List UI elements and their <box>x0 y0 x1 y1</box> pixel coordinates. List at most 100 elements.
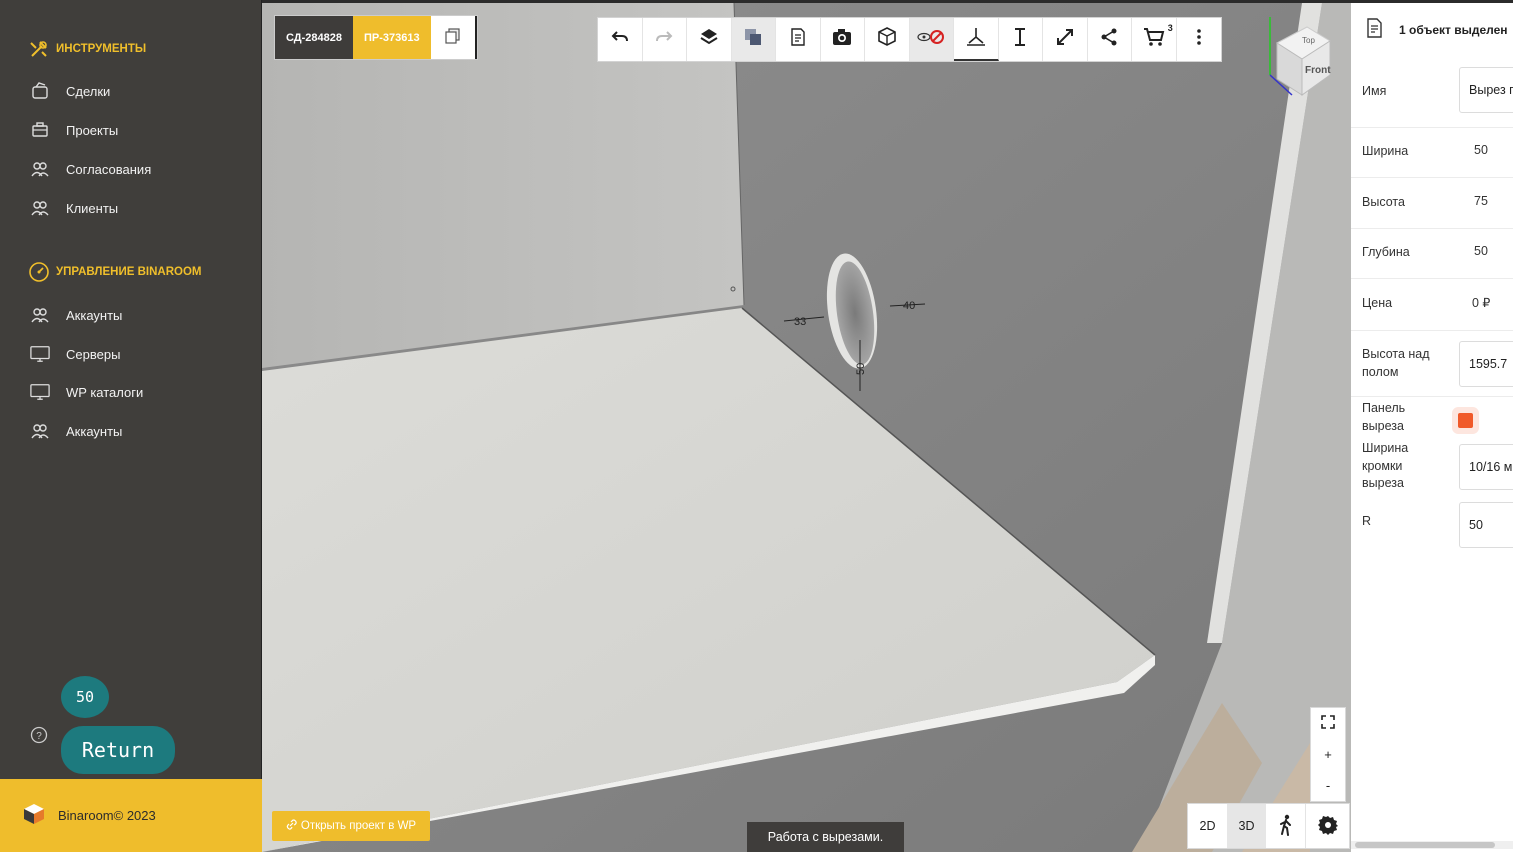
sidebar-item-approvals[interactable]: Согласования <box>30 158 151 180</box>
count-badge: 50 <box>61 676 109 718</box>
field-height: Высота 75 <box>1351 178 1513 229</box>
field-name: Имя Вырез п <box>1351 63 1513 128</box>
return-button[interactable]: Return <box>61 726 175 774</box>
sidebar-item-accounts-2[interactable]: Аккаунты <box>30 420 122 442</box>
undo-button[interactable] <box>598 18 643 61</box>
share-button[interactable] <box>1088 18 1132 61</box>
dim-label-bottom: 50 <box>855 363 867 375</box>
share-icon <box>1099 27 1119 52</box>
main-toolbar: 3 <box>597 17 1222 62</box>
sidebar-item-accounts[interactable]: Аккаунты <box>30 304 122 326</box>
deal-tag[interactable]: СД-284828 <box>275 16 354 59</box>
visibility-toggle-button[interactable] <box>909 18 954 61</box>
zoom-in-button[interactable]: + <box>1311 739 1345 770</box>
clients-icon <box>30 198 50 218</box>
cart-icon: 3 <box>1143 23 1173 52</box>
copy-icon <box>445 28 461 47</box>
open-wp-button[interactable]: Открыть проект в WP <box>272 811 430 841</box>
box-add-icon <box>876 26 898 53</box>
screenshot-button[interactable] <box>821 18 865 61</box>
settings-button[interactable] <box>1305 804 1349 848</box>
add-object-button[interactable] <box>865 18 910 61</box>
radius-input[interactable]: 50 <box>1459 502 1513 548</box>
sidebar-item-label: Сделки <box>66 83 111 99</box>
section-tools-label: ИНСТРУМЕНТЫ <box>56 43 147 55</box>
section-tools: ИНСТРУМЕНТЫ <box>28 38 146 60</box>
field-label: R <box>1362 514 1372 528</box>
sidebar-item-label: Проекты <box>66 122 119 138</box>
panel-header: 1 объект выделен <box>1365 17 1508 42</box>
sidebar-item-deals[interactable]: Сделки <box>30 80 110 102</box>
project-tag[interactable]: ПР-373613 <box>353 16 431 59</box>
height-value[interactable]: 75 <box>1474 194 1488 208</box>
sidebar: ИНСТРУМЕНТЫ Сделки Проекты Согласования … <box>0 0 262 852</box>
layers-button[interactable] <box>687 18 732 61</box>
help-icon[interactable]: ? <box>30 726 48 744</box>
diagonal-measure-button[interactable] <box>1043 18 1088 61</box>
sidebar-item-servers[interactable]: Серверы <box>30 343 120 365</box>
dimension-button[interactable] <box>954 18 999 61</box>
field-floor-height: Высота над полом 1595.7 <box>1351 331 1513 397</box>
dimension-icon <box>965 25 987 52</box>
redo-icon <box>654 27 674 52</box>
sidebar-item-label: Аккаунты <box>66 423 123 439</box>
more-menu-button[interactable] <box>1177 18 1222 61</box>
approvals-icon <box>30 159 50 179</box>
cube-front-label: Front <box>1305 65 1331 76</box>
fullscreen-button[interactable] <box>1311 708 1345 739</box>
sidebar-item-wp-catalog[interactable]: WP каталоги <box>30 381 143 403</box>
view-mode-controls: 2D 3D <box>1187 803 1350 849</box>
width-value[interactable]: 50 <box>1474 143 1488 157</box>
zoom-out-button[interactable]: - <box>1311 770 1345 801</box>
cart-count: 3 <box>1167 23 1173 33</box>
view-2d-button[interactable]: 2D <box>1188 804 1227 848</box>
cut-panel-checkbox[interactable] <box>1458 413 1473 428</box>
binaroom-logo-icon <box>22 802 46 829</box>
dashboard-icon <box>28 261 50 283</box>
project-tags: СД-284828 ПР-373613 <box>274 15 478 60</box>
diagonal-ruler-icon <box>1054 26 1076 53</box>
3d-viewport[interactable]: 33 40 50 Top Front СД-284828 ПР-373613 3… <box>262 3 1351 852</box>
material-button[interactable] <box>731 18 776 61</box>
section-manage: УПРАВЛЕНИЕ BINAROOM <box>28 261 201 283</box>
depth-value[interactable]: 50 <box>1474 244 1488 258</box>
gear-icon <box>1317 815 1338 838</box>
field-depth: Глубина 50 <box>1351 229 1513 279</box>
sidebar-item-projects[interactable]: Проекты <box>30 119 118 141</box>
document-edit-icon <box>1365 17 1385 42</box>
panel-scrollbar[interactable] <box>1351 841 1513 849</box>
name-input[interactable]: Вырез п <box>1459 67 1513 113</box>
sidebar-item-clients[interactable]: Клиенты <box>30 197 118 219</box>
field-label: Глубина <box>1362 245 1410 259</box>
fullscreen-icon <box>1320 714 1336 733</box>
edge-width-input[interactable]: 10/16 м <box>1459 444 1513 490</box>
field-label: Ширина <box>1362 144 1409 158</box>
link-icon <box>286 819 297 833</box>
walk-mode-button[interactable] <box>1266 804 1305 848</box>
dim-label-left: 33 <box>794 316 806 328</box>
view-3d-button[interactable]: 3D <box>1227 804 1266 848</box>
redo-button[interactable] <box>643 18 687 61</box>
walking-person-icon <box>1279 814 1293 839</box>
camera-icon <box>831 27 853 52</box>
sidebar-item-label: Клиенты <box>66 200 119 216</box>
copy-button[interactable] <box>430 16 477 59</box>
field-label: Панель выреза <box>1362 401 1406 433</box>
height-measure-button[interactable] <box>999 18 1043 61</box>
3d-scene[interactable]: 33 40 50 Top Front <box>262 3 1351 852</box>
report-button[interactable] <box>776 18 821 61</box>
footer-copyright: Binaroom© 2023 <box>58 808 156 823</box>
scrollbar-thumb[interactable] <box>1355 842 1495 848</box>
material-icon <box>742 26 764 53</box>
cube-top-label: Top <box>1302 36 1315 45</box>
field-label: Имя <box>1362 84 1387 98</box>
tools-icon <box>28 38 50 60</box>
deals-icon <box>30 81 50 101</box>
sidebar-item-label: WP каталоги <box>66 384 144 400</box>
field-radius: R 50 <box>1351 499 1513 551</box>
wp-catalog-icon <box>30 382 50 402</box>
dim-label-right: 40 <box>903 300 915 312</box>
undo-icon <box>610 27 630 52</box>
floor-height-input[interactable]: 1595.7 <box>1459 341 1513 387</box>
cart-button[interactable]: 3 <box>1132 18 1177 61</box>
